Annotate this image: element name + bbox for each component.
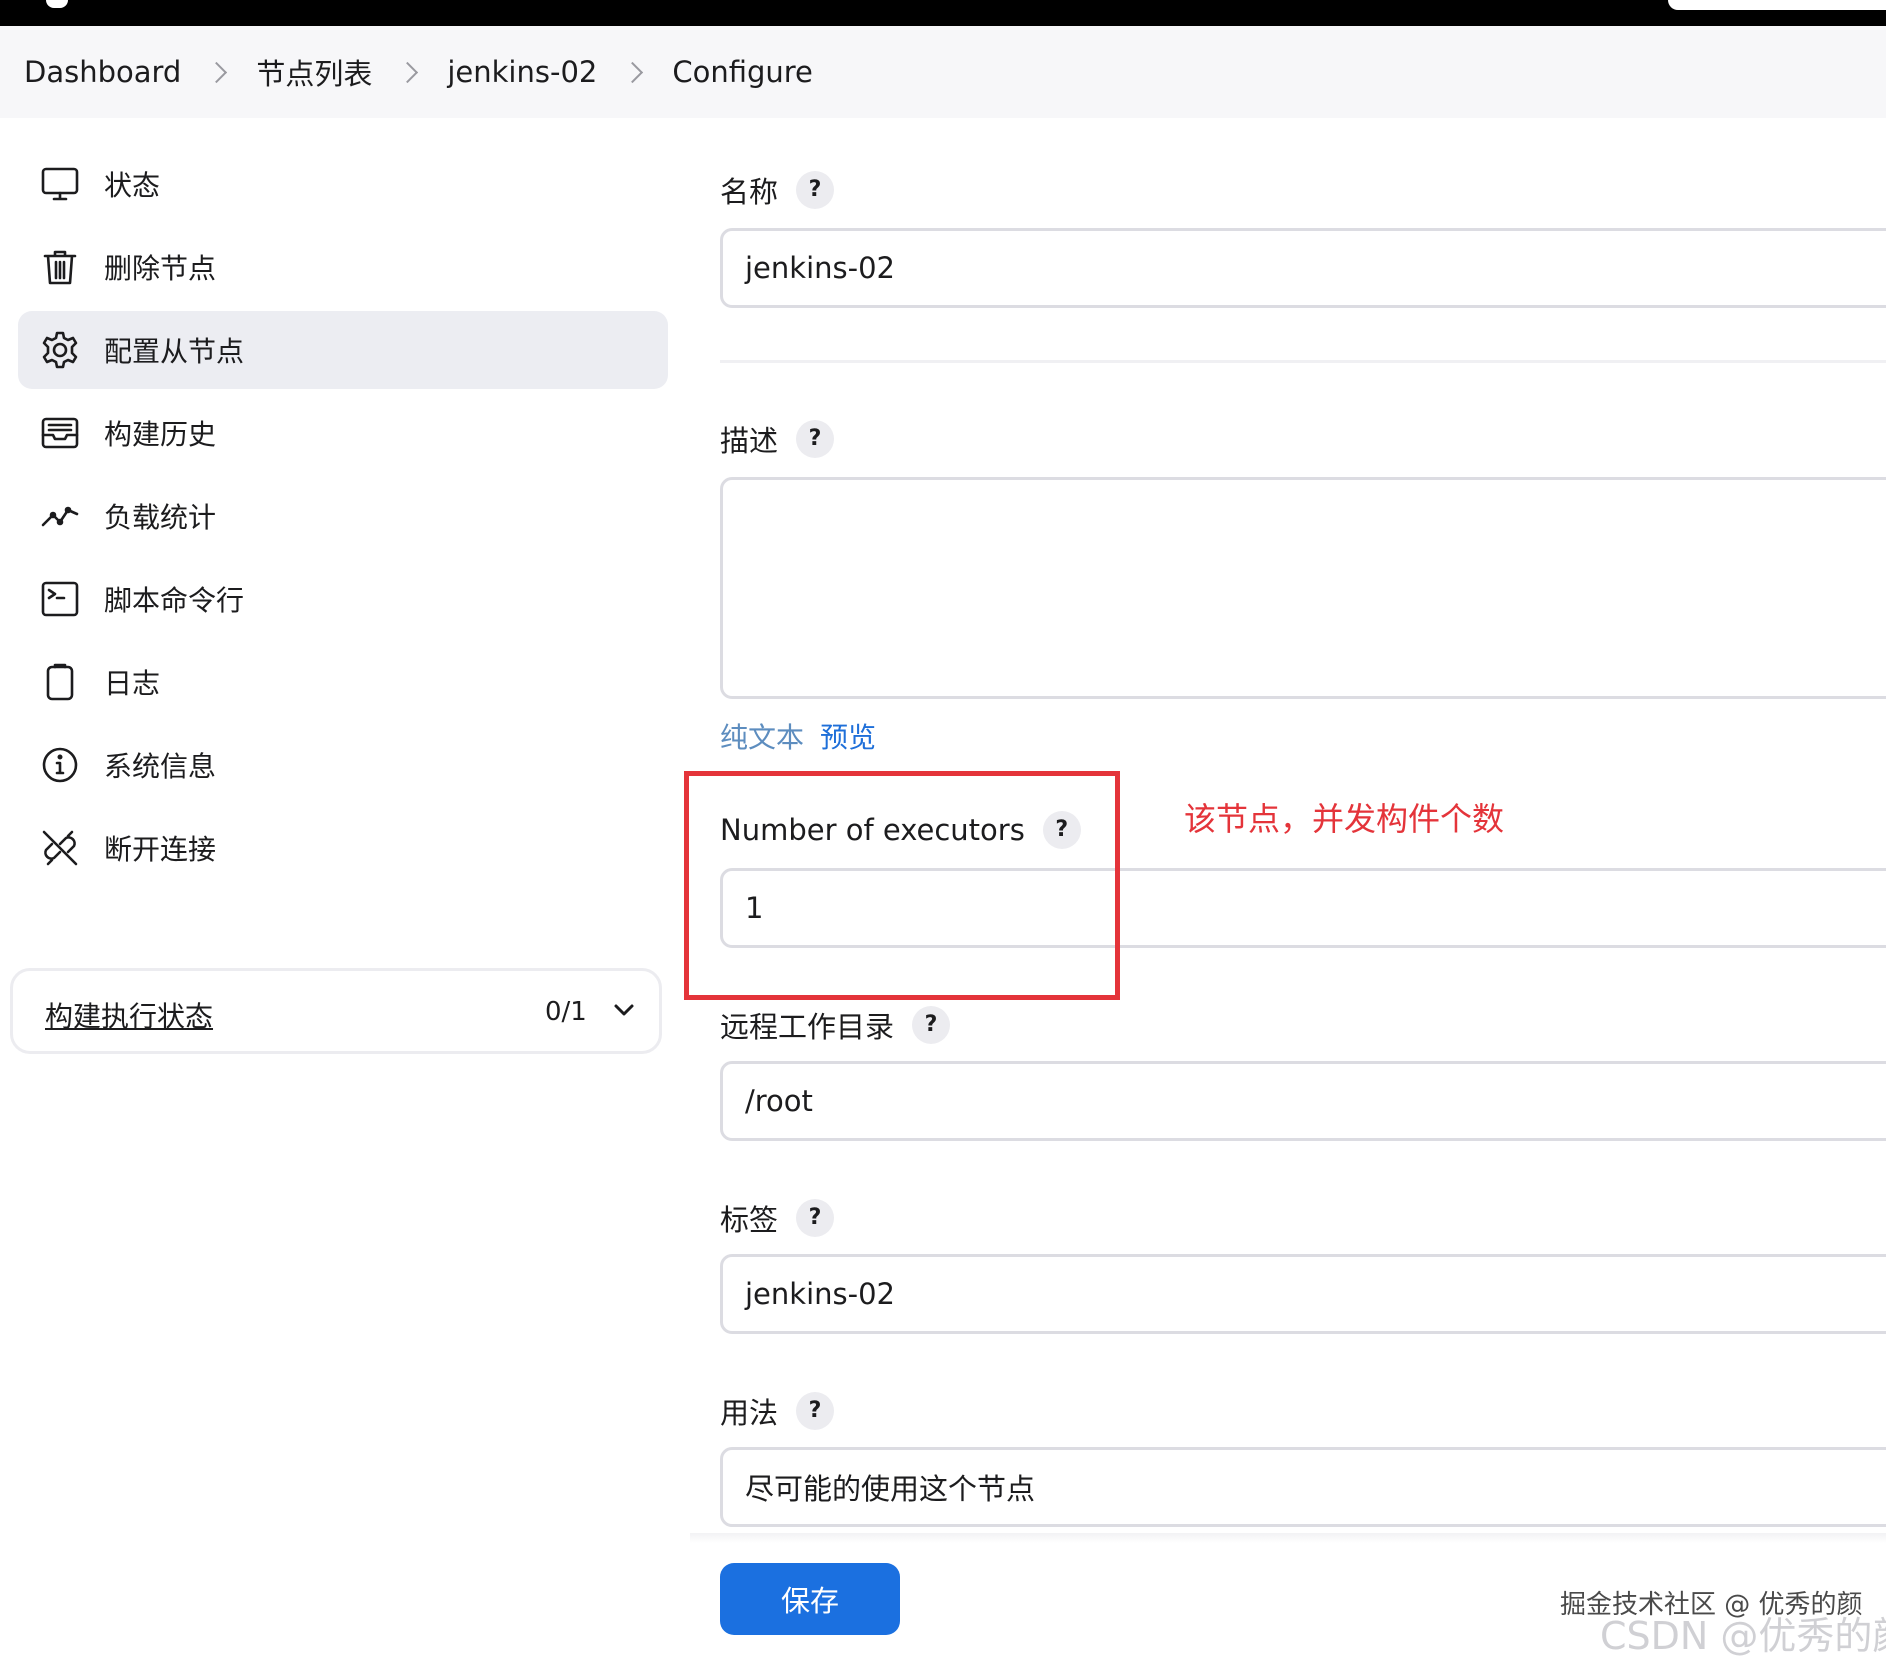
info-icon [40, 745, 80, 785]
sidebar-item-script-console[interactable]: 脚本命令行 [18, 560, 668, 638]
breadcrumb-node-list[interactable]: 节点列表 [256, 51, 372, 93]
save-button[interactable]: 保存 [720, 1563, 900, 1635]
sidebar-item-system-info[interactable]: 系统信息 [18, 726, 668, 804]
chevron-down-icon[interactable] [609, 995, 639, 1025]
sidebar-item-status[interactable]: 状态 [18, 145, 668, 223]
sidebar-item-delete-node[interactable]: 删除节点 [18, 228, 668, 306]
remote-dir-help-button[interactable]: ? [912, 1006, 951, 1044]
description-label: 描述 ? [720, 418, 835, 460]
description-label-text: 描述 [720, 424, 779, 458]
sidebar-item-configure[interactable]: 配置从节点 [18, 311, 668, 389]
inbox-icon [40, 413, 80, 453]
sidebar-item-disconnect[interactable]: 断开连接 [18, 809, 668, 887]
trash-icon [40, 247, 80, 287]
disconnect-icon [40, 828, 80, 868]
clipboard-icon [40, 662, 80, 702]
terminal-icon [40, 579, 80, 619]
breadcrumb-node[interactable]: jenkins-02 [447, 55, 597, 89]
chevron-right-icon [206, 61, 228, 83]
chevron-right-icon [397, 61, 419, 83]
watermark-juejin: 掘金技术社区 @ 优秀的颜 [1560, 1590, 1863, 1620]
labels-label-text: 标签 [720, 1203, 779, 1237]
plain-text-link[interactable]: 纯文本 [720, 721, 804, 754]
chevron-right-icon [622, 61, 644, 83]
gear-icon [40, 330, 80, 370]
sidebar-item-label: 脚本命令行 [104, 584, 245, 617]
remote-dir-label-text: 远程工作目录 [720, 1010, 895, 1044]
usage-help-button[interactable]: ? [796, 1392, 835, 1430]
sidebar-item-label: 断开连接 [104, 833, 217, 866]
sidebar-item-label: 状态 [104, 169, 161, 202]
usage-label: 用法 ? [720, 1390, 835, 1432]
labels-help-button[interactable]: ? [796, 1199, 835, 1237]
sidebar-item-label: 构建历史 [104, 418, 217, 451]
apple-logo-icon [46, 0, 68, 8]
executor-count: 0/1 [545, 997, 587, 1027]
annotation-text: 该节点，并发构件个数 [1184, 800, 1505, 838]
sidebar-item-build-history[interactable]: 构建历史 [18, 394, 668, 472]
labels-label: 标签 ? [720, 1197, 835, 1239]
name-label-text: 名称 [720, 175, 779, 209]
sidebar-item-label: 系统信息 [104, 750, 217, 783]
monitor-icon [40, 164, 80, 204]
sidebar-item-load-stats[interactable]: 负载统计 [18, 477, 668, 555]
description-help-button[interactable]: ? [796, 420, 835, 458]
bottom-bar-shadow [690, 1533, 1886, 1543]
remote-dir-input[interactable]: /root [720, 1061, 1886, 1141]
sidebar: 状态 删除节点 配置从节点 构建历史 负载统计 脚本命令行 日志 系统信息 断开… [18, 145, 668, 892]
name-input[interactable]: jenkins-02 [720, 228, 1886, 308]
breadcrumb-dashboard[interactable]: Dashboard [24, 55, 181, 89]
remote-dir-label: 远程工作目录 ? [720, 1004, 951, 1046]
labels-input[interactable]: jenkins-02 [720, 1254, 1886, 1334]
description-textarea[interactable] [720, 477, 1886, 699]
trend-line-icon [40, 496, 80, 536]
sidebar-item-label: 负载统计 [104, 501, 217, 534]
format-links: 纯文本 预览 [720, 716, 876, 756]
sidebar-item-label: 日志 [104, 667, 161, 700]
executor-status-link[interactable]: 构建执行状态 [45, 995, 213, 1035]
sidebar-item-log[interactable]: 日志 [18, 643, 668, 721]
annotation-highlight-box [684, 771, 1120, 1000]
breadcrumb: Dashboard 节点列表 jenkins-02 Configure [24, 26, 813, 118]
executor-status-panel[interactable]: 构建执行状态 0/1 [10, 968, 662, 1054]
usage-select[interactable]: 尽可能的使用这个节点 [720, 1447, 1886, 1527]
name-help-button[interactable]: ? [796, 171, 835, 209]
preview-link[interactable]: 预览 [820, 721, 876, 754]
name-label: 名称 ? [720, 169, 835, 211]
sidebar-item-label: 配置从节点 [104, 335, 245, 368]
sidebar-item-label: 删除节点 [104, 252, 217, 285]
section-divider [720, 360, 1886, 363]
usage-label-text: 用法 [720, 1396, 779, 1430]
